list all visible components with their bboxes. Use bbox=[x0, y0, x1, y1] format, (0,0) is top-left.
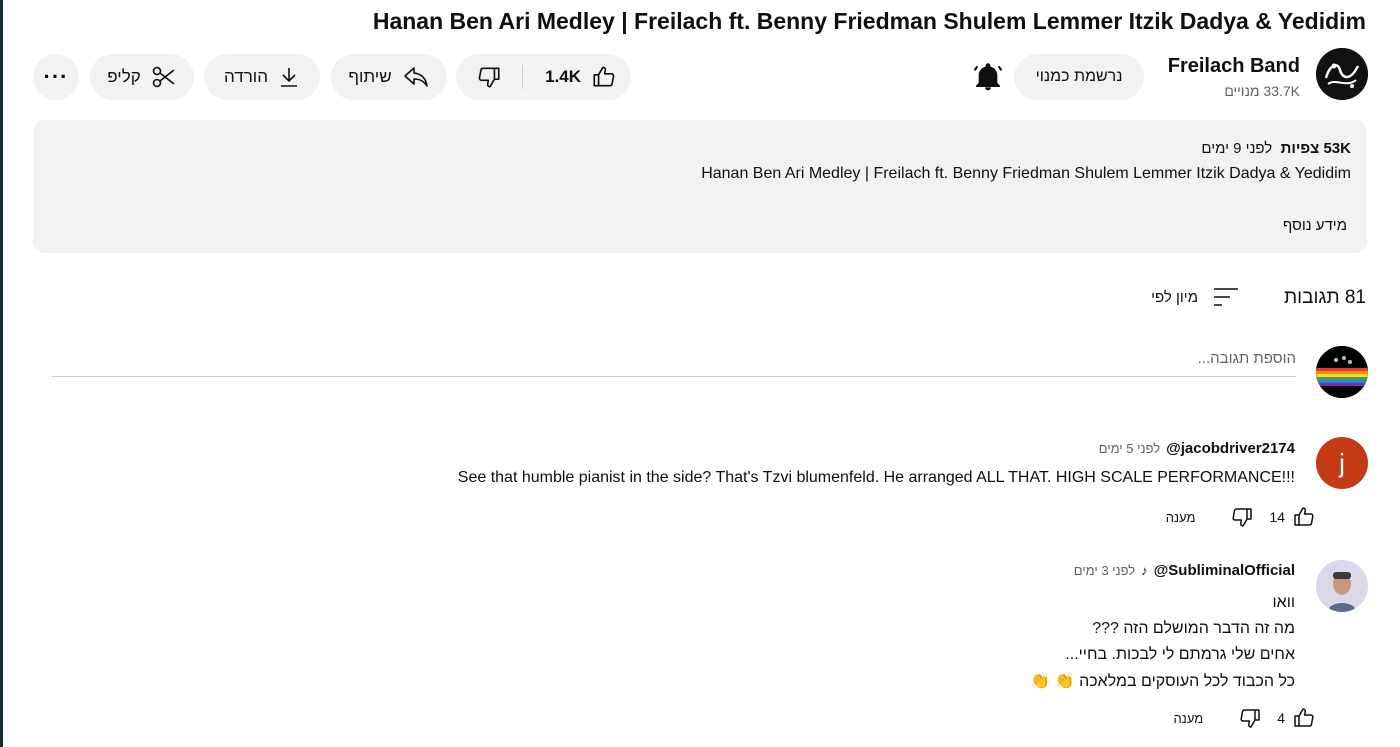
description-box[interactable]: 53K צפיות לפני 9 ימים Hanan Ben Ari Medl… bbox=[33, 120, 1367, 253]
like-button[interactable]: 1.4K bbox=[523, 54, 631, 100]
notification-bell-icon[interactable] bbox=[972, 61, 1004, 93]
comment-text: See that humble pianist in the side? Tha… bbox=[457, 469, 1295, 486]
download-button[interactable]: הורדה bbox=[204, 54, 320, 100]
comment-text-line: וואו bbox=[1272, 594, 1295, 611]
comment-dislike-icon[interactable] bbox=[1237, 705, 1263, 731]
video-title: Hanan Ben Ari Medley | Freilach ft. Benn… bbox=[372, 8, 1366, 34]
channel-logo-icon bbox=[1316, 48, 1368, 100]
current-user-avatar bbox=[1316, 346, 1368, 398]
like-dislike-group: 1.4K bbox=[456, 54, 631, 100]
channel-name[interactable]: Freilach Band bbox=[1168, 55, 1300, 78]
comment-like-icon[interactable] bbox=[1291, 504, 1317, 530]
show-more-link[interactable]: מידע נוסף bbox=[1283, 217, 1347, 234]
description-text: Hanan Ben Ari Medley | Freilach ft. Benn… bbox=[701, 165, 1351, 182]
comment-actions: 14 מענה bbox=[1166, 503, 1317, 531]
subscribed-button[interactable]: נרשמת כמנוי bbox=[1014, 54, 1144, 100]
description-meta: 53K צפיות לפני 9 ימים bbox=[1201, 140, 1351, 157]
thumbs-down-icon bbox=[478, 67, 500, 88]
reply-button[interactable]: מענה bbox=[1166, 510, 1196, 525]
comment-header: @SubliminalOfficial ♪ לפני 3 ימים bbox=[1074, 562, 1295, 579]
dislike-button[interactable] bbox=[456, 54, 522, 100]
channel-avatar[interactable] bbox=[1316, 48, 1368, 100]
comment-text-line: אחים שלי גרמתם לי לבכות. בחיי... bbox=[1065, 646, 1295, 663]
comment-actions: 4 מענה bbox=[1174, 704, 1317, 732]
comment-time[interactable]: לפני 3 ימים bbox=[1074, 563, 1135, 578]
comment-time[interactable]: לפני 5 ימים bbox=[1099, 441, 1160, 456]
share-label: שיתוף bbox=[348, 67, 392, 86]
clip-label: קליפ bbox=[107, 67, 141, 86]
comment-avatar[interactable] bbox=[1316, 560, 1368, 612]
thumbs-up-icon bbox=[593, 66, 615, 87]
clip-button[interactable]: קליפ bbox=[90, 54, 194, 100]
comment-author[interactable]: @SubliminalOfficial bbox=[1154, 562, 1295, 579]
comment-like-count: 14 bbox=[1269, 509, 1285, 525]
comment-like-count: 4 bbox=[1277, 710, 1285, 726]
comment-avatar[interactable]: j bbox=[1316, 437, 1368, 489]
more-actions-button[interactable]: ··· bbox=[33, 54, 79, 100]
comment-author[interactable]: @jacobdriver2174 bbox=[1166, 440, 1295, 457]
like-divider bbox=[522, 65, 523, 89]
rainbow-avatar-icon bbox=[1316, 346, 1368, 398]
share-icon bbox=[403, 67, 428, 87]
share-button[interactable]: שיתוף bbox=[331, 54, 447, 100]
sort-button[interactable]: מיון לפי bbox=[1144, 283, 1240, 311]
like-count: 1.4K bbox=[545, 67, 581, 86]
music-note-icon: ♪ bbox=[1141, 563, 1148, 578]
comment-like-icon[interactable] bbox=[1291, 705, 1317, 731]
scissors-icon bbox=[152, 66, 175, 88]
sort-icon bbox=[1214, 288, 1238, 306]
add-comment-input[interactable]: הוספת תגובה... bbox=[52, 344, 1296, 377]
download-label: הורדה bbox=[224, 67, 268, 86]
sort-label: מיון לפי bbox=[1151, 288, 1198, 306]
reply-button[interactable]: מענה bbox=[1174, 711, 1204, 726]
comment-header: @jacobdriver2174 לפני 5 ימים bbox=[1099, 440, 1295, 457]
upload-date: לפני 9 ימים bbox=[1201, 140, 1273, 157]
comment-text-line: כל הכבוד לכל העוסקים במלאכה 👏 👏 bbox=[1030, 673, 1295, 690]
subscriber-count: 33.7K מנויים bbox=[1224, 83, 1300, 99]
comment-dislike-icon[interactable] bbox=[1229, 504, 1255, 530]
download-icon bbox=[280, 68, 297, 87]
comments-count: 81 תגובות bbox=[1284, 287, 1366, 308]
avatar-letter: j bbox=[1339, 447, 1345, 478]
comment-text-line: מה זה הדבר המושלם הזה ??? bbox=[1092, 620, 1295, 637]
view-count: 53K צפיות bbox=[1280, 140, 1351, 157]
person-avatar-icon bbox=[1316, 560, 1368, 612]
window-edge bbox=[0, 0, 3, 747]
